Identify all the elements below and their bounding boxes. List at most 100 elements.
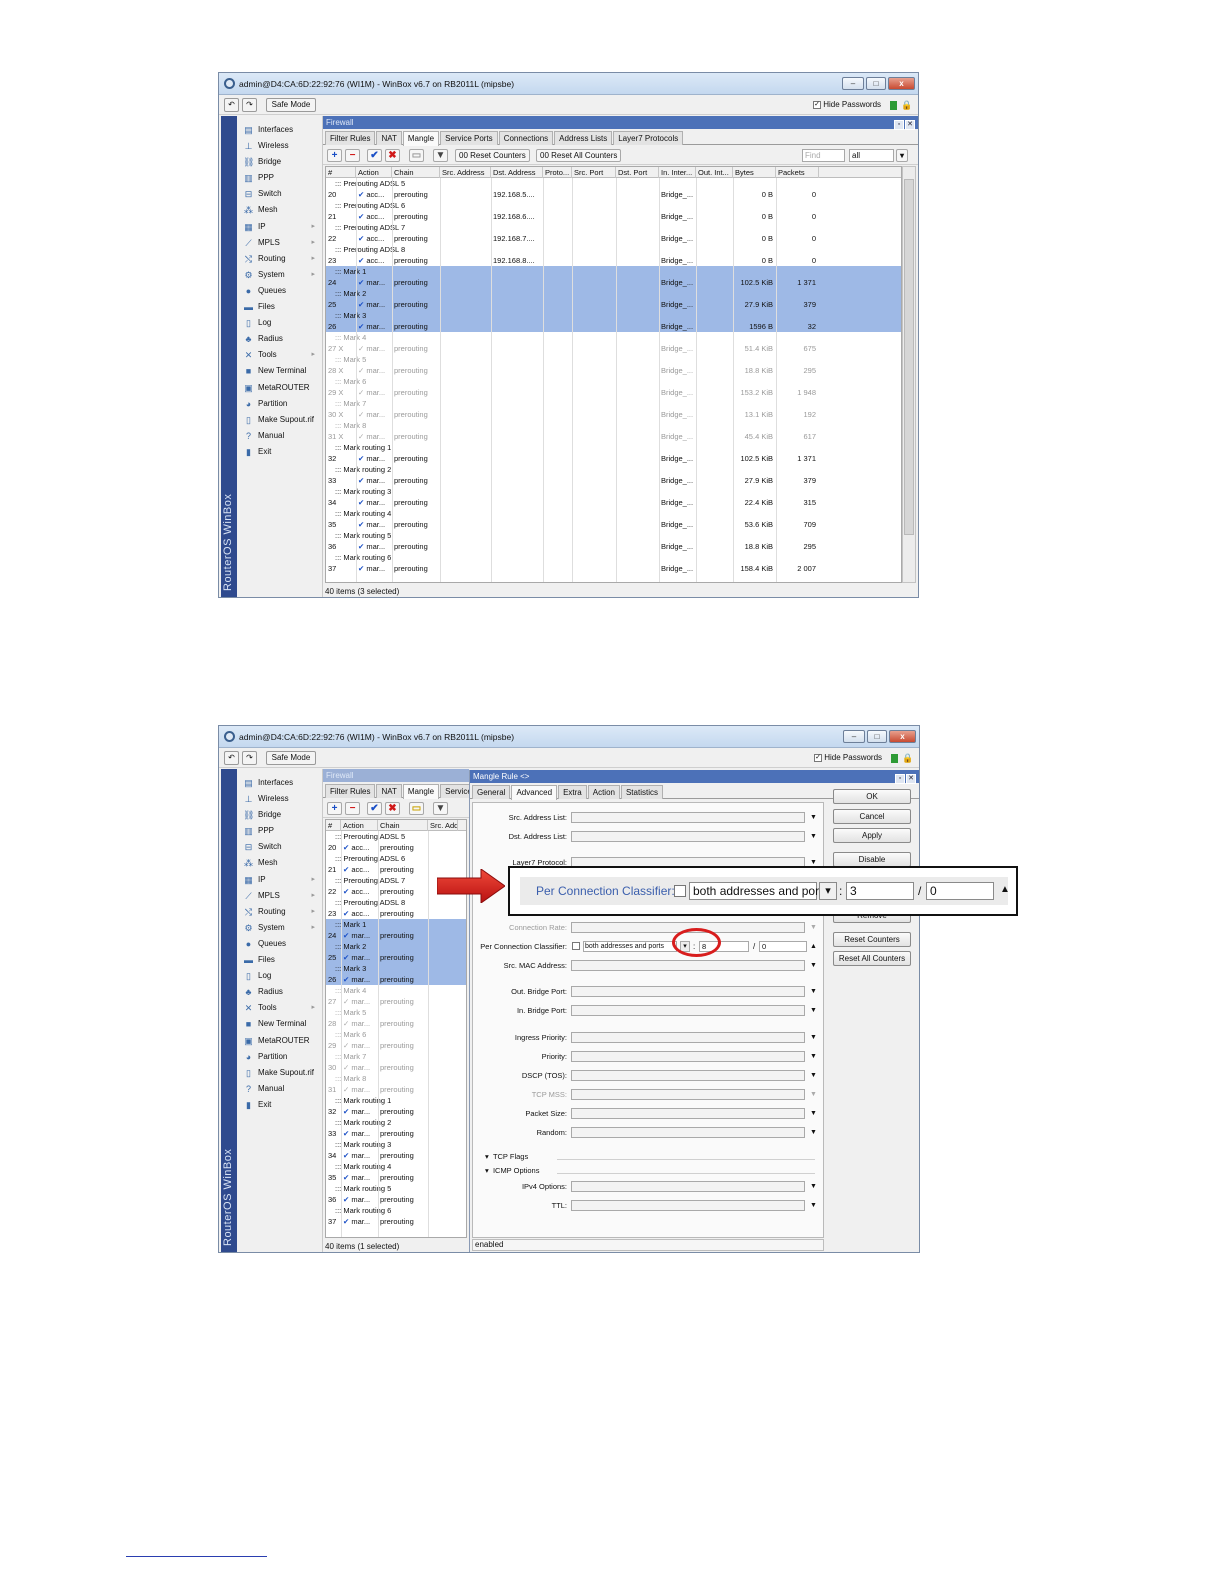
column-header[interactable]: Src. Address bbox=[440, 167, 491, 178]
column-header[interactable]: Src. Address bbox=[428, 820, 458, 831]
tab-statistics[interactable]: Statistics bbox=[620, 785, 663, 799]
enable-button[interactable]: ✔ bbox=[367, 149, 382, 162]
table-row[interactable]: 36 ✔ mar... prerouting Bridge_... 18.8 KiB 29… bbox=[326, 541, 901, 552]
sidebar-item-mesh[interactable]: ⁂ Mesh bbox=[243, 202, 321, 218]
remove-button[interactable]: − bbox=[345, 802, 360, 815]
packet-size-field[interactable] bbox=[571, 1108, 805, 1119]
dscp-field[interactable] bbox=[571, 1070, 805, 1081]
table-row[interactable]: 27 X ✓ mar... prerouting bbox=[326, 996, 466, 1007]
sidebar-item-mesh[interactable]: ⁂ Mesh bbox=[243, 855, 321, 871]
find-input[interactable]: Find bbox=[802, 149, 845, 162]
column-header[interactable]: In. Inter... bbox=[659, 167, 696, 178]
dropdown-icon[interactable]: ▼ bbox=[810, 1127, 817, 1138]
column-header[interactable]: Action bbox=[356, 167, 392, 178]
filter-button[interactable]: ▼ bbox=[433, 149, 448, 162]
table-row[interactable]: 34 ✔ mar... prerouting bbox=[326, 1150, 466, 1161]
table-row[interactable]: 24 ✔ mar... prerouting bbox=[326, 930, 466, 941]
dropdown-icon[interactable]: ▼ bbox=[810, 1051, 817, 1062]
sidebar-item-ppp[interactable]: ▥ PPP bbox=[243, 823, 321, 839]
tcp-flags-section[interactable]: ▾ TCP Flags bbox=[485, 1151, 528, 1162]
dropdown-icon[interactable]: ▼ bbox=[810, 1005, 817, 1016]
ingress-priority-field[interactable] bbox=[571, 1032, 805, 1043]
dropdown-icon[interactable]: ▼ bbox=[810, 1070, 817, 1081]
comment-button[interactable]: ▭ bbox=[409, 802, 424, 815]
dropdown-icon[interactable]: ▼ bbox=[810, 1089, 817, 1100]
dropdown-icon[interactable]: ▼ bbox=[810, 1200, 817, 1211]
sidebar-item-interfaces[interactable]: ▤ Interfaces bbox=[243, 775, 321, 791]
safe-mode-button[interactable]: Safe Mode bbox=[266, 98, 316, 112]
sidebar-item-radius[interactable]: ♣ Radius bbox=[243, 984, 321, 1000]
hide-passwords-toggle[interactable]: ✓ Hide Passwords bbox=[813, 100, 881, 109]
icmp-options-section[interactable]: ▾ ICMP Options bbox=[485, 1165, 539, 1176]
column-header[interactable]: Src. Port bbox=[572, 167, 616, 178]
column-header[interactable]: Bytes bbox=[733, 167, 776, 178]
column-header[interactable]: Chain bbox=[378, 820, 428, 831]
enable-button[interactable]: ✔ bbox=[367, 802, 382, 815]
column-header[interactable]: # bbox=[326, 820, 341, 831]
sidebar-item-log[interactable]: ▯ Log bbox=[243, 315, 321, 331]
sidebar-item-tools[interactable]: ✕ Tools ▸ bbox=[243, 347, 321, 363]
sidebar-item-partition[interactable]: ◕ Partition bbox=[243, 1049, 321, 1065]
add-button[interactable]: + bbox=[327, 802, 342, 815]
priority-field[interactable] bbox=[571, 1051, 805, 1062]
hide-passwords-toggle[interactable]: ✓ Hide Passwords bbox=[814, 753, 882, 762]
sidebar-item-make-supout-rif[interactable]: ▯ Make Supout.rif bbox=[243, 412, 321, 428]
sidebar-item-mpls[interactable]: ⟋ MPLS ▸ bbox=[243, 235, 321, 251]
disable-button[interactable]: ✖ bbox=[385, 802, 400, 815]
table-row[interactable]: 31 X ✓ mar... prerouting Bridge_... 45.4 KiB… bbox=[326, 431, 901, 442]
apply-button[interactable]: Apply bbox=[833, 828, 911, 843]
sidebar-item-metarouter[interactable]: ▣ MetaROUTER bbox=[243, 1033, 321, 1049]
table-row[interactable]: 29 X ✓ mar... prerouting bbox=[326, 1040, 466, 1051]
filter-button[interactable]: ▼ bbox=[433, 802, 448, 815]
tab-mangle[interactable]: Mangle bbox=[402, 131, 440, 146]
table-row[interactable]: 36 ✔ mar... prerouting bbox=[326, 1194, 466, 1205]
dst-address-list-field[interactable] bbox=[571, 831, 805, 842]
sidebar-item-queues[interactable]: ● Queues bbox=[243, 936, 321, 952]
safe-mode-button[interactable]: Safe Mode bbox=[266, 751, 316, 765]
dropdown-icon[interactable]: ▼ bbox=[810, 960, 817, 971]
sidebar-item-ip[interactable]: ▦ IP ▸ bbox=[243, 219, 321, 235]
table-row[interactable]: 37 ✔ mar... prerouting Bridge_... 158.4 KiB 2… bbox=[326, 563, 901, 574]
sidebar-item-system[interactable]: ⚙ System ▸ bbox=[243, 267, 321, 283]
in-bridge-port-field[interactable] bbox=[571, 1005, 805, 1016]
table-row[interactable]: 35 ✔ mar... prerouting bbox=[326, 1172, 466, 1183]
dropdown-icon[interactable]: ▼ bbox=[810, 922, 817, 933]
sidebar-item-routing[interactable]: ⤭ Routing ▸ bbox=[243, 904, 321, 920]
dropdown-icon[interactable]: ▼ bbox=[810, 1108, 817, 1119]
disable-rule-button[interactable]: Disable bbox=[833, 852, 911, 867]
redo-button[interactable]: ↷ bbox=[242, 98, 257, 112]
disable-button[interactable]: ✖ bbox=[385, 149, 400, 162]
collapse-icon[interactable]: ▲ bbox=[810, 941, 817, 952]
table-row[interactable]: 34 ✔ mar... prerouting Bridge_... 22.4 KiB 31… bbox=[326, 497, 901, 508]
column-header[interactable]: Dst. Address bbox=[491, 167, 543, 178]
reset-counters-rule-button[interactable]: Reset Counters bbox=[833, 932, 911, 947]
close-button[interactable]: x bbox=[889, 730, 916, 743]
table-row[interactable]: 28 X ✓ mar... prerouting bbox=[326, 1018, 466, 1029]
sidebar-item-files[interactable]: ▬ Files bbox=[243, 299, 321, 315]
sidebar-item-manual[interactable]: ? Manual bbox=[243, 1081, 321, 1097]
sidebar-item-bridge[interactable]: ⛓ Bridge bbox=[243, 807, 321, 823]
table-row[interactable]: 29 X ✓ mar... prerouting Bridge_... 153.2 Ki… bbox=[326, 387, 901, 398]
maximize-button[interactable]: □ bbox=[867, 730, 887, 743]
minimize-button[interactable]: – bbox=[843, 730, 865, 743]
table-row[interactable]: 27 X ✓ mar... prerouting Bridge_... 51.4 KiB… bbox=[326, 343, 901, 354]
sidebar-item-routing[interactable]: ⤭ Routing ▸ bbox=[243, 251, 321, 267]
sidebar-item-switch[interactable]: ⊟ Switch bbox=[243, 839, 321, 855]
sidebar-item-switch[interactable]: ⊟ Switch bbox=[243, 186, 321, 202]
ipv4-options-field[interactable] bbox=[571, 1181, 805, 1192]
sidebar-item-new-terminal[interactable]: ■ New Terminal bbox=[243, 1016, 321, 1032]
table-row[interactable]: 35 ✔ mar... prerouting Bridge_... 53.6 KiB 70… bbox=[326, 519, 901, 530]
tab-nat[interactable]: NAT bbox=[376, 784, 402, 798]
table-row[interactable]: 20 ✔ acc... prerouting bbox=[326, 842, 466, 853]
pcc-invert-checkbox[interactable] bbox=[572, 942, 580, 950]
tab-filter-rules[interactable]: Filter Rules bbox=[325, 784, 376, 798]
comment-button[interactable]: ▭ bbox=[409, 149, 424, 162]
sidebar-item-make-supout-rif[interactable]: ▯ Make Supout.rif bbox=[243, 1065, 321, 1081]
column-header[interactable]: Out. Int... bbox=[696, 167, 733, 178]
sidebar-item-queues[interactable]: ● Queues bbox=[243, 283, 321, 299]
table-row[interactable]: 24 ✔ mar... prerouting Bridge_... 102.5 KiB 1… bbox=[326, 277, 901, 288]
sidebar-item-tools[interactable]: ✕ Tools ▸ bbox=[243, 1000, 321, 1016]
table-row[interactable]: 31 X ✓ mar... prerouting bbox=[326, 1084, 466, 1095]
sidebar-item-interfaces[interactable]: ▤ Interfaces bbox=[243, 122, 321, 138]
dropdown-icon[interactable]: ▼ bbox=[810, 986, 817, 997]
